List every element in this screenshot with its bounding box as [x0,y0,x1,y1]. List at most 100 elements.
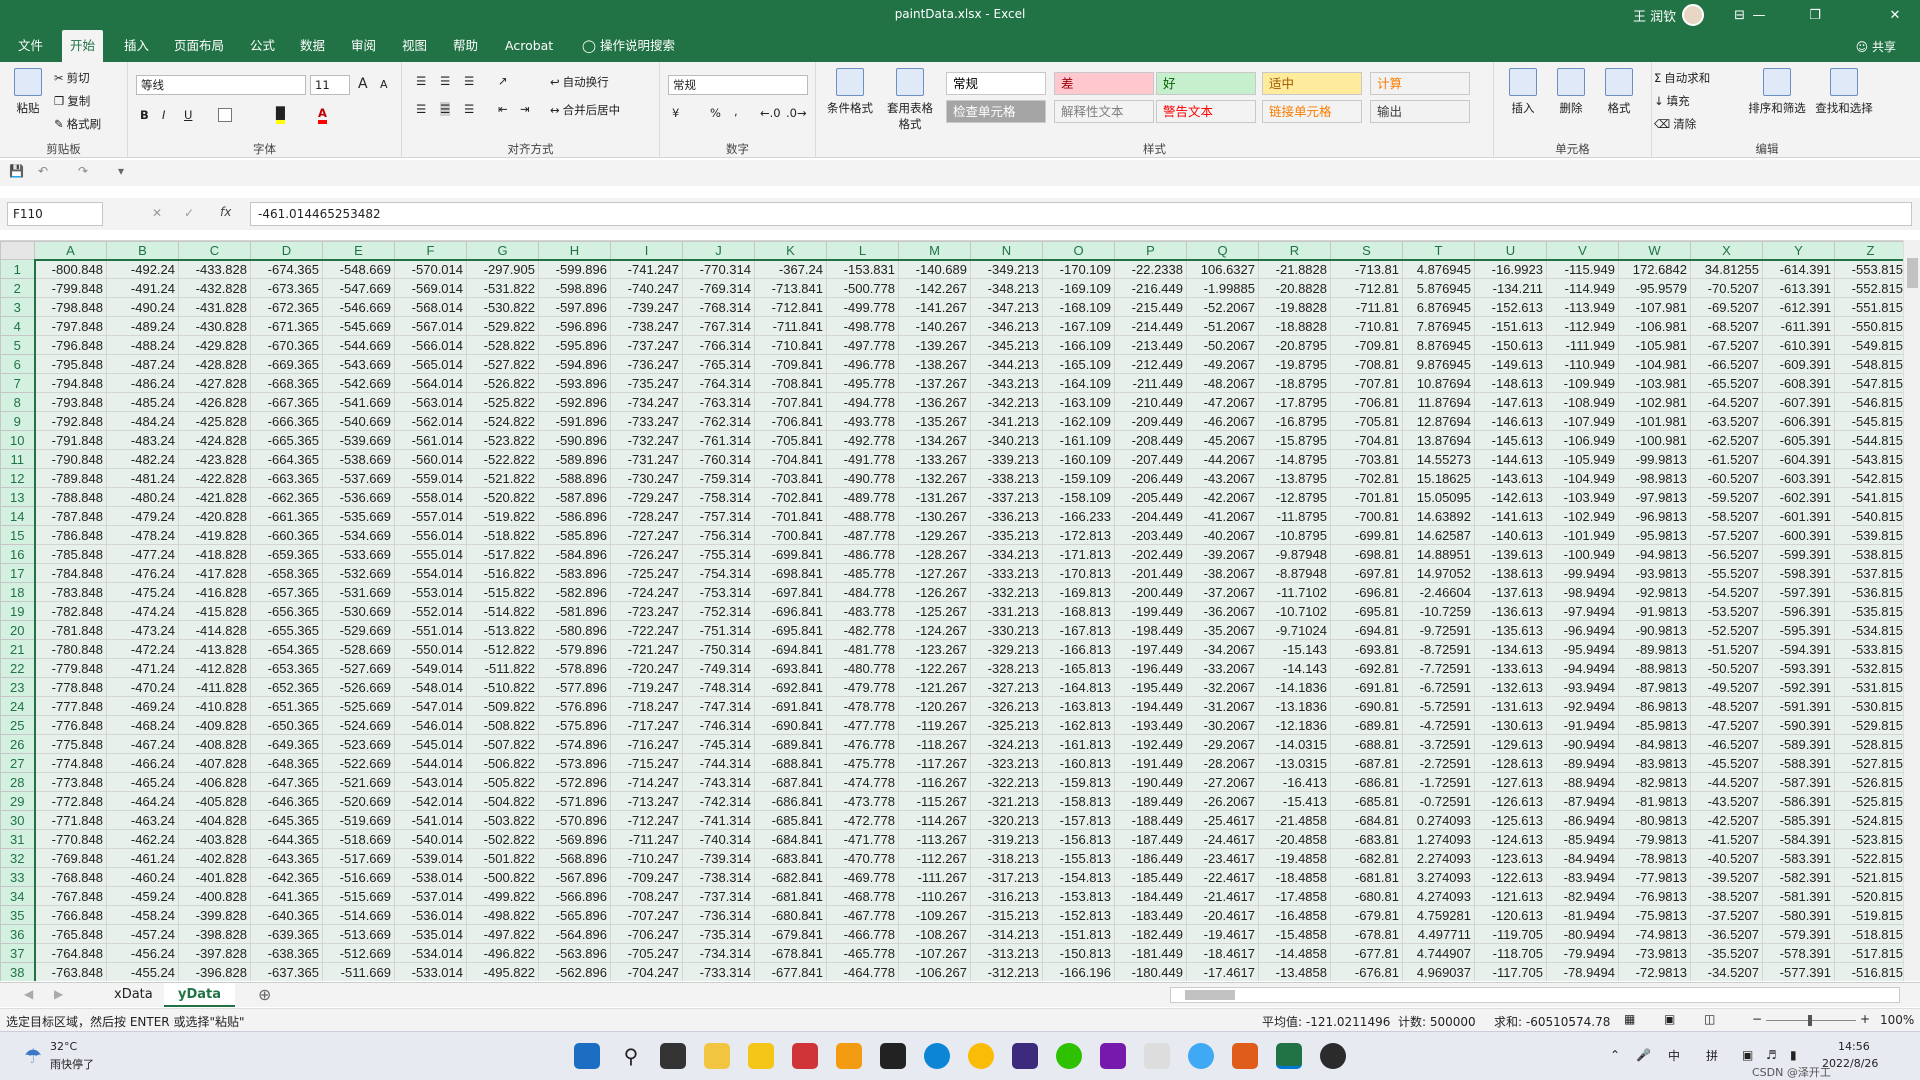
cell[interactable]: -411.828 [178,677,251,697]
cell[interactable]: -400.828 [178,886,251,906]
cell[interactable]: -650.365 [250,715,323,735]
cell[interactable]: -584.896 [538,544,611,564]
cell[interactable]: -561.014 [394,430,467,450]
cell[interactable]: -9.71024 [1258,620,1331,640]
cell[interactable]: -44.2067 [1186,449,1259,469]
cell[interactable]: -152.813 [1042,905,1115,925]
tell-me-search[interactable]: ◯ 操作说明搜索 [574,30,683,62]
cell[interactable]: -710.247 [610,848,683,868]
cell[interactable]: -165.109 [1042,354,1115,374]
cell[interactable]: -756.314 [682,525,755,545]
column-header-R[interactable]: R [1258,241,1331,261]
cell[interactable]: -97.9813 [1618,487,1691,507]
cell[interactable]: -527.669 [322,658,395,678]
cell[interactable]: -326.213 [970,696,1043,716]
cell[interactable]: -134.267 [898,430,971,450]
cell[interactable]: -593.896 [538,373,611,393]
sticky-app-icon[interactable] [748,1043,774,1069]
cell[interactable]: -540.014 [394,829,467,849]
cell[interactable]: -126.613 [1474,791,1547,811]
row-header[interactable]: 3 [0,297,36,317]
cell[interactable]: -564.896 [538,924,611,944]
cell[interactable]: -697.841 [754,582,827,602]
cell[interactable]: -313.213 [970,943,1043,963]
cell[interactable]: -50.2067 [1186,335,1259,355]
cell[interactable]: -680.841 [754,905,827,925]
cell[interactable]: -775.848 [34,734,107,754]
cell[interactable]: -529.822 [466,316,539,336]
cell[interactable]: -42.2067 [1186,487,1259,507]
cell[interactable]: -496.822 [466,943,539,963]
cell[interactable]: -130.613 [1474,715,1547,735]
cell[interactable]: -465.778 [826,943,899,963]
cell[interactable]: -49.5207 [1690,677,1763,697]
cell[interactable]: -533.669 [322,544,395,564]
select-all-corner[interactable] [0,241,35,260]
cell[interactable]: -94.9813 [1618,544,1691,564]
cell[interactable]: -666.365 [250,411,323,431]
cell[interactable]: -547.669 [322,278,395,298]
cell[interactable]: -19.8828 [1258,297,1331,317]
cell[interactable]: -683.841 [754,848,827,868]
cell[interactable]: -107.267 [898,943,971,963]
cell[interactable]: -723.247 [610,601,683,621]
cell[interactable]: 4.969037 [1402,962,1475,981]
cell[interactable]: -401.828 [178,867,251,887]
cell[interactable]: -642.365 [250,867,323,887]
cell[interactable]: -403.828 [178,829,251,849]
cell[interactable]: -117.267 [898,753,971,773]
tab-help[interactable]: 帮助 [445,30,486,62]
cell[interactable]: -22.4617 [1186,867,1259,887]
align-top-icon[interactable]: ☰ [416,74,426,88]
row-header[interactable]: 14 [0,506,36,526]
cell[interactable]: -80.9494 [1546,924,1619,944]
cell[interactable]: -526.815 [1834,772,1907,792]
cell[interactable]: -19.4858 [1258,848,1331,868]
cell[interactable]: -484.24 [106,411,179,431]
cell[interactable]: -519.815 [1834,905,1907,925]
cell[interactable]: -776.848 [34,715,107,735]
scroll-left-icon[interactable]: ◀ [24,987,33,1001]
cell[interactable]: -676.81 [1330,962,1403,981]
currency-icon[interactable]: ¥ [672,106,679,120]
cell[interactable]: -679.81 [1330,905,1403,925]
cell[interactable]: -95.9579 [1618,278,1691,298]
row-header[interactable]: 31 [0,829,36,849]
cell[interactable]: -541.815 [1834,487,1907,507]
cell[interactable]: -792.848 [34,411,107,431]
cell[interactable]: -18.4858 [1258,867,1331,887]
cell[interactable]: -139.267 [898,335,971,355]
cell[interactable]: -112.949 [1546,316,1619,336]
cell[interactable]: -8.87948 [1258,563,1331,583]
cell[interactable]: -693.81 [1330,639,1403,659]
row-header[interactable]: 24 [0,696,36,716]
cell[interactable]: -475.778 [826,753,899,773]
cell[interactable]: -662.365 [250,487,323,507]
cell[interactable]: -651.365 [250,696,323,716]
cell[interactable]: -113.949 [1546,297,1619,317]
cell[interactable]: -682.841 [754,867,827,887]
cell[interactable]: -766.848 [34,905,107,925]
cell[interactable]: -516.669 [322,867,395,887]
cell[interactable]: -166.196 [1042,962,1115,981]
cell[interactable]: -162.109 [1042,411,1115,431]
italic-button[interactable]: I [162,108,165,122]
cell[interactable]: -349.213 [970,259,1043,279]
cell[interactable]: -592.391 [1762,677,1835,697]
cell[interactable]: -522.669 [322,753,395,773]
cell[interactable]: -562.014 [394,411,467,431]
page-layout-view-icon[interactable]: ▣ [1664,1012,1675,1026]
cell[interactable]: -337.213 [970,487,1043,507]
copy-button[interactable]: ❐ 复制 [54,93,90,109]
cell[interactable]: -346.213 [970,316,1043,336]
cell[interactable]: -128.613 [1474,753,1547,773]
cell[interactable]: -644.365 [250,829,323,849]
cell[interactable]: -751.314 [682,620,755,640]
cell[interactable]: -137.613 [1474,582,1547,602]
cell[interactable]: -773.848 [34,772,107,792]
wechat-icon[interactable] [1056,1043,1082,1069]
cell[interactable]: -481.778 [826,639,899,659]
cell[interactable]: -536.669 [322,487,395,507]
cell[interactable]: -469.24 [106,696,179,716]
cell[interactable]: -18.4617 [1186,943,1259,963]
